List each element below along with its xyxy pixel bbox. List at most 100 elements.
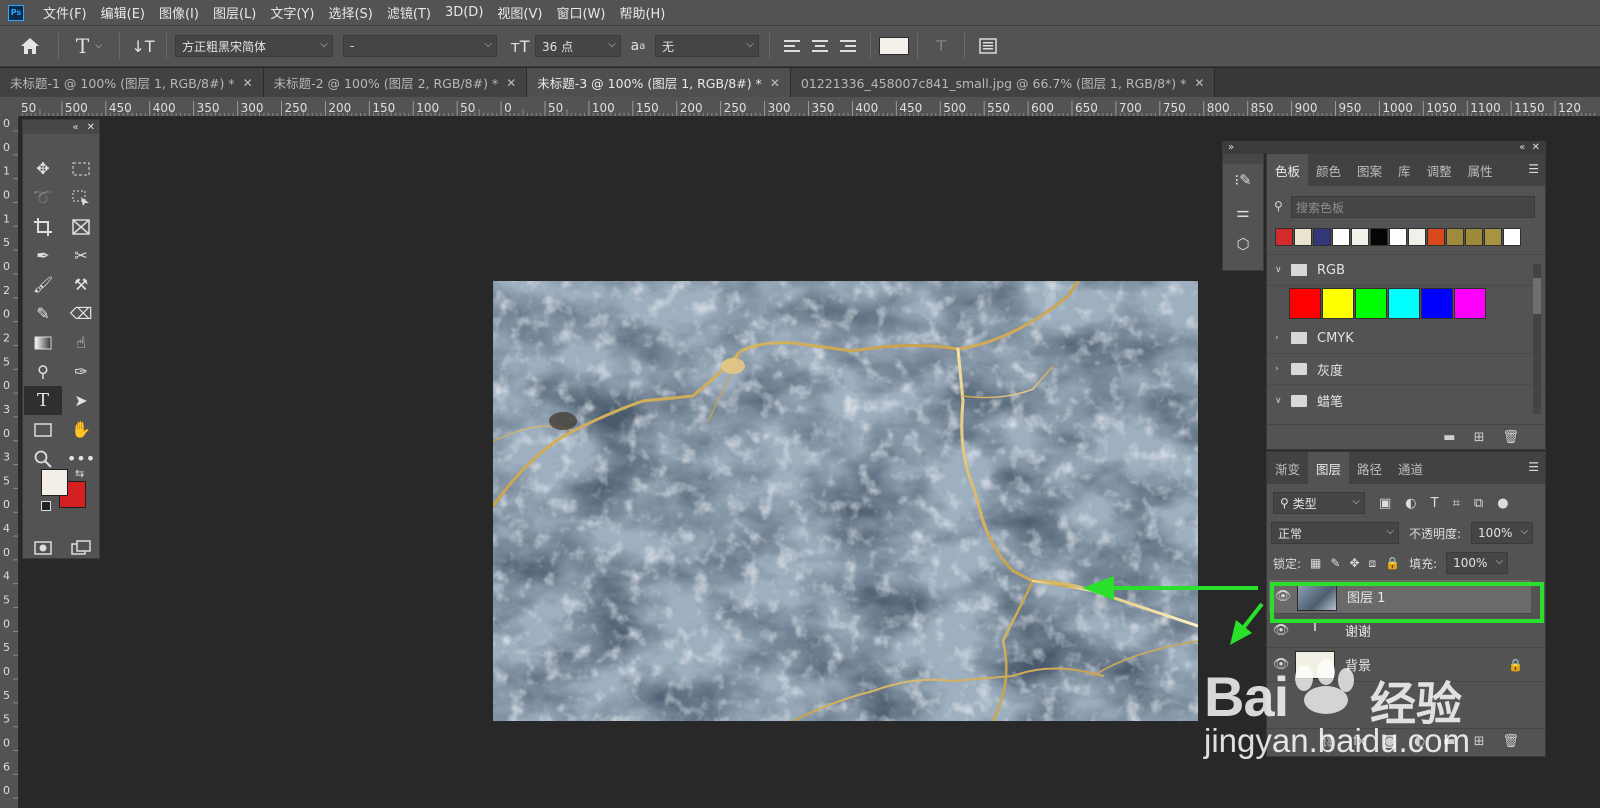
color-swatch[interactable] [1313, 228, 1331, 246]
close-icon[interactable]: ✕ [770, 76, 780, 90]
move-tool-icon[interactable]: ✥ [24, 154, 62, 183]
doc-tab-4[interactable]: 01221336_458007c841_small.jpg @ 66.7% (图… [790, 68, 1216, 97]
color-swatch[interactable] [1408, 228, 1426, 246]
tab-swatches[interactable]: 色板 [1267, 154, 1309, 186]
color-swatch[interactable] [1289, 288, 1321, 319]
visibility-eye-icon[interactable]: 👁 [1267, 657, 1295, 672]
lock-artboard-icon[interactable]: ⧈ [1369, 556, 1377, 571]
delete-icon[interactable]: 🗑 [1502, 734, 1519, 749]
lasso-tool-icon[interactable]: ➰ [24, 183, 62, 212]
menu-type[interactable]: 文字(Y) [263, 3, 321, 22]
rectangle-tool-icon[interactable] [24, 415, 62, 444]
align-right-icon[interactable] [834, 39, 862, 53]
visibility-eye-icon[interactable]: 👁 [1267, 623, 1295, 638]
color-swatch[interactable] [1370, 228, 1388, 246]
tab-libraries[interactable]: 库 [1390, 154, 1419, 186]
tab-paths[interactable]: 路径 [1349, 452, 1390, 484]
swatch-group-rgb[interactable]: ∨ RGB [1267, 255, 1545, 286]
menu-window[interactable]: 窗口(W) [549, 3, 612, 22]
swatch-group-pastel[interactable]: ∨ 蜡笔 [1267, 385, 1545, 416]
type-tool-icon[interactable]: T [24, 386, 62, 415]
collapse-icon[interactable]: « [72, 122, 78, 133]
filter-pixel-icon[interactable]: ▣ [1379, 496, 1391, 511]
color-swatch[interactable] [1294, 228, 1312, 246]
lock-transparent-icon[interactable]: ▦ [1310, 556, 1321, 570]
blend-mode-select[interactable]: 正常 ⌵ [1271, 522, 1399, 544]
opacity-input[interactable]: 100% ⌵ [1471, 522, 1534, 544]
tab-channels[interactable]: 通道 [1390, 452, 1431, 484]
menu-help[interactable]: 帮助(H) [612, 3, 672, 22]
screen-mode-tool-icon[interactable] [62, 533, 100, 562]
layer-row-background[interactable]: 👁 背景 🔒 [1267, 648, 1545, 682]
swatch-group-grayscale[interactable]: › 灰度 [1267, 354, 1545, 385]
tab-properties[interactable]: 属性 [1460, 154, 1501, 186]
document-canvas-image[interactable] [493, 281, 1198, 721]
quick-mask-tool-icon[interactable] [24, 533, 62, 562]
font-size-select[interactable]: 36 点 ⌵ [535, 35, 621, 57]
horizontal-ruler[interactable]: 50 500 450 400 350 300 250 200 150 100 50 0 50 100 150… [19, 97, 1600, 117]
color-swatch[interactable] [1465, 228, 1483, 246]
warp-text-icon[interactable]: ⊤ [926, 37, 956, 55]
filter-toggle-icon[interactable]: ● [1497, 496, 1508, 511]
eraser-tool-icon[interactable]: ⌫ [62, 299, 100, 328]
color-swatch[interactable] [1322, 288, 1354, 319]
color-swatch[interactable] [1389, 228, 1407, 246]
filter-adjustment-icon[interactable]: ◐ [1405, 496, 1416, 511]
swatches-scrollbar[interactable] [1533, 264, 1541, 414]
layer-filter-select[interactable]: ⚲ 类型 ⌵ [1273, 492, 1365, 514]
tab-adjustments[interactable]: 调整 [1419, 154, 1460, 186]
3d-cube-icon[interactable]: ⬡ [1223, 228, 1263, 260]
add-mask-icon[interactable]: ◙ [1383, 734, 1396, 749]
frame-tool-icon[interactable] [62, 212, 100, 241]
marquee-tool-icon[interactable] [62, 154, 100, 183]
align-left-icon[interactable] [778, 39, 806, 53]
new-swatch-icon[interactable]: ⊞ [1474, 430, 1485, 445]
panel-dock-header[interactable]: » « ✕ [1222, 141, 1546, 153]
lock-all-icon[interactable]: 🔒 [1385, 556, 1400, 570]
vertical-ruler[interactable]: 0 0 1 0 1 5 0 2 0 2 5 0 3 0 3 5 0 4 0 4 5 0 5 0 5 5 0 6 0 [0, 117, 19, 808]
menu-3d[interactable]: 3D(D) [438, 5, 490, 20]
color-swatch[interactable] [1503, 228, 1521, 246]
color-swatch[interactable] [1454, 288, 1486, 319]
path-select-tool-icon[interactable]: ➤ [62, 386, 100, 415]
close-icon[interactable]: ✕ [87, 122, 95, 133]
text-orientation-icon[interactable]: ↓T [128, 37, 158, 56]
color-swatch[interactable] [1355, 288, 1387, 319]
expand-icon[interactable]: » [1228, 142, 1234, 153]
tools-panel-header[interactable]: «✕ [23, 120, 99, 134]
swap-colors-icon[interactable]: ⇆ [75, 467, 84, 480]
panel-menu-icon[interactable]: ☰ [1528, 460, 1539, 474]
smudge-tool-icon[interactable]: ☝ [62, 328, 100, 357]
hand-tool-icon[interactable]: ✋ [62, 415, 100, 444]
color-swatch[interactable] [1332, 228, 1350, 246]
patch-tool-icon[interactable]: ✂ [62, 241, 100, 270]
dodge-tool-icon[interactable]: ⚲ [24, 357, 62, 386]
pen-tool-icon[interactable]: ✑ [62, 357, 100, 386]
ruler-corner[interactable] [0, 97, 19, 117]
color-swatch[interactable] [1275, 228, 1293, 246]
anti-alias-select[interactable]: 无 ⌵ [655, 35, 759, 57]
doc-tab-3[interactable]: 未标题-3 @ 100% (图层 1, RGB/8#) * ✕ [527, 68, 791, 97]
brush-settings-icon[interactable]: ⁝✎ [1223, 164, 1263, 196]
menu-layer[interactable]: 图层(L) [206, 3, 263, 22]
menu-image[interactable]: 图像(I) [152, 3, 206, 22]
tab-patterns[interactable]: 图案 [1349, 154, 1390, 186]
layer-style-icon[interactable]: fx [1353, 734, 1365, 749]
crop-tool-icon[interactable] [24, 212, 62, 241]
tab-color[interactable]: 颜色 [1308, 154, 1349, 186]
swatch-search-input[interactable]: ⚲ 搜索色板 [1274, 196, 1535, 218]
color-swatch[interactable] [1421, 288, 1453, 319]
delete-icon[interactable]: 🗑 [1502, 430, 1519, 445]
menu-filter[interactable]: 滤镜(T) [380, 3, 438, 22]
doc-tab-1[interactable]: 未标题-1 @ 100% (图层 1, RGB/8#) * ✕ [0, 68, 264, 97]
color-swatch[interactable] [1388, 288, 1420, 319]
layer-row-text[interactable]: 👁 T 谢谢 [1267, 614, 1545, 648]
filter-shape-icon[interactable]: ⌗ [1453, 496, 1460, 511]
close-icon[interactable]: ✕ [1532, 142, 1540, 153]
gradient-tool-icon[interactable] [24, 328, 62, 357]
menu-edit[interactable]: 编辑(E) [94, 3, 152, 22]
filter-type-icon[interactable]: T [1431, 496, 1439, 511]
brushes-icon[interactable]: ⚌ [1223, 196, 1263, 228]
menu-view[interactable]: 视图(V) [490, 3, 549, 22]
close-icon[interactable]: ✕ [243, 76, 253, 90]
